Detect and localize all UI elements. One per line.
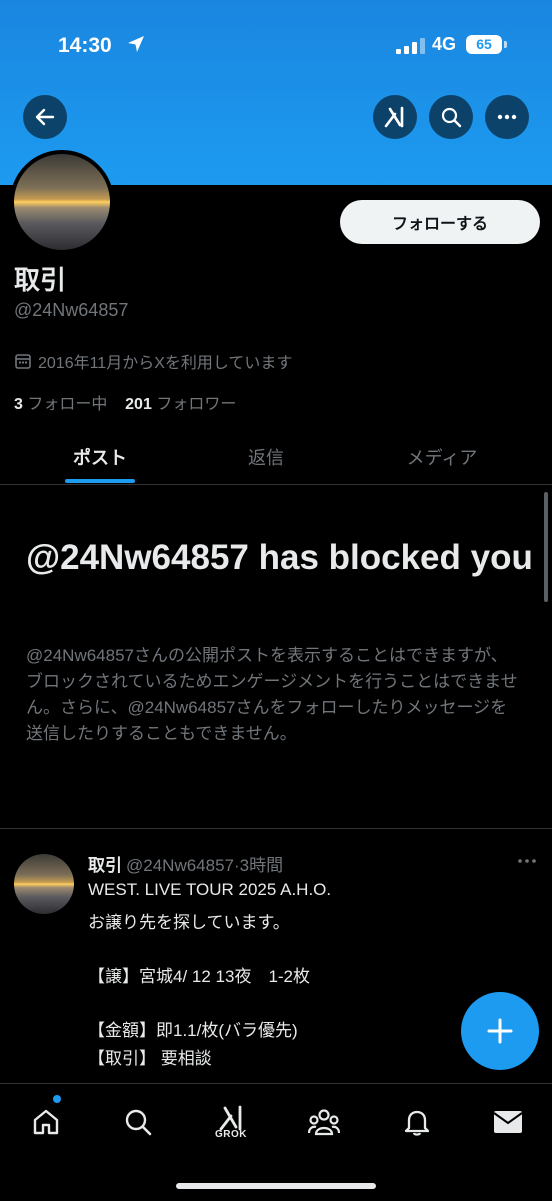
bell-icon: [404, 1110, 430, 1136]
following-count: 3: [14, 396, 23, 413]
joined-text: 2016年11月からXを利用しています: [38, 355, 293, 372]
grok-button[interactable]: [373, 95, 417, 139]
divider: [0, 828, 552, 829]
search-icon: [441, 107, 462, 128]
nav-grok[interactable]: GROK: [209, 1100, 253, 1144]
follow-stats: 3 フォロー中 201 フォロワー: [14, 390, 236, 414]
follow-button[interactable]: フォローする: [340, 200, 540, 244]
nav-home[interactable]: [24, 1100, 68, 1144]
communities-icon: [307, 1109, 341, 1136]
joined-date: 2016年11月からXを利用しています: [14, 349, 292, 373]
profile-avatar[interactable]: [10, 150, 114, 254]
nav-messages[interactable]: [486, 1100, 530, 1144]
grok-icon: [219, 1105, 242, 1130]
battery-icon: 65: [466, 35, 502, 54]
tab-posts[interactable]: ポスト: [30, 430, 170, 484]
post-more-icon[interactable]: [516, 854, 538, 868]
plus-icon: [487, 1018, 513, 1044]
followers-link[interactable]: 201 フォロワー: [125, 396, 236, 413]
battery-tip: [504, 41, 507, 48]
signal-icon: [396, 38, 425, 54]
following-link[interactable]: 3 フォロー中: [14, 396, 107, 413]
profile-handle: @24Nw64857: [14, 300, 129, 320]
blocked-title: @24Nw64857 has blocked you: [26, 538, 533, 577]
display-name: 取引: [14, 265, 67, 295]
more-icon: [497, 114, 517, 120]
calendar-icon: [15, 354, 31, 369]
more-button[interactable]: [485, 95, 529, 139]
tab-replies[interactable]: 返信: [196, 430, 336, 484]
followers-count: 201: [125, 396, 152, 413]
post-author-handle: @24Nw64857: [126, 856, 234, 875]
scrollbar[interactable]: [544, 492, 548, 602]
compose-button[interactable]: [461, 992, 539, 1070]
mail-icon: [493, 1111, 523, 1133]
location-arrow-icon: [128, 36, 144, 52]
post-author-name[interactable]: 取引: [88, 856, 122, 875]
network-type: 4G: [432, 34, 457, 54]
nav-search[interactable]: [116, 1100, 160, 1144]
post-time: ·3時間: [234, 856, 284, 875]
post-avatar[interactable]: [14, 854, 74, 914]
active-tab-indicator: [65, 479, 135, 483]
post-text-line: 【金額】即1.1/枚(バラ優先): [88, 1021, 298, 1040]
following-label: フォロー中: [27, 396, 108, 413]
post-text-line: お譲り先を探しています。: [88, 913, 290, 932]
nav-notifications[interactable]: [395, 1100, 439, 1144]
tab-media[interactable]: メディア: [372, 430, 512, 484]
search-button[interactable]: [429, 95, 473, 139]
status-time: 14:30: [58, 34, 112, 57]
post-text-line: WEST. LIVE TOUR 2025 A.H.O.: [88, 880, 332, 899]
search-icon: [125, 1109, 152, 1136]
grok-icon: [384, 106, 404, 128]
nav-communities[interactable]: [302, 1100, 346, 1144]
home-notification-dot: [53, 1095, 61, 1103]
status-bar: 14:30 4G 65: [0, 30, 552, 64]
followers-label: フォロワー: [156, 396, 237, 413]
back-button[interactable]: [23, 95, 67, 139]
home-indicator: [176, 1183, 376, 1189]
grok-label: GROK: [215, 1128, 247, 1140]
blocked-description: @24Nw64857さんの公開ポストを表示することはできますが、ブロックされてい…: [26, 646, 518, 743]
back-arrow-icon: [35, 108, 55, 126]
profile-tabs: ポスト 返信 メディア: [0, 430, 552, 485]
post-text-line: 【取引】 要相談: [88, 1049, 212, 1068]
post-text-line: 【譲】宮城4/ 12 13夜 1-2枚: [88, 967, 311, 986]
post-header: 取引 @24Nw64857·3時間: [88, 851, 283, 876]
home-icon: [33, 1109, 59, 1135]
